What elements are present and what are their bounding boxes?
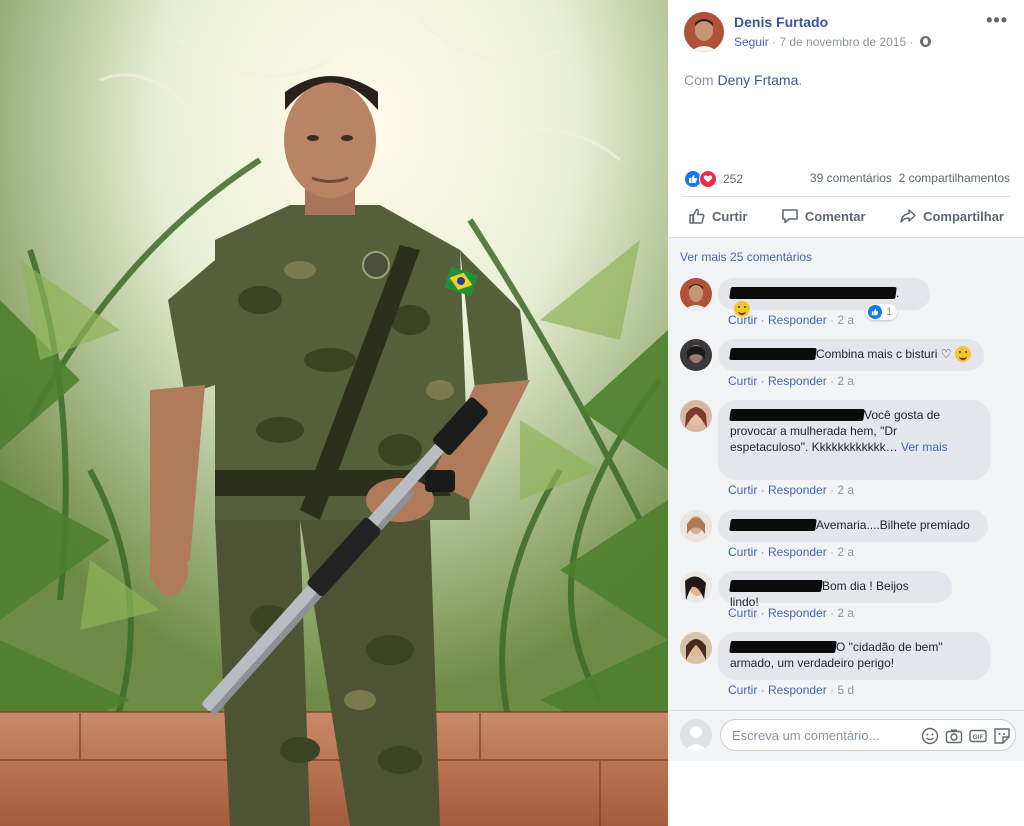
- redacted-name: [729, 641, 837, 653]
- post-panel: Denis Furtado Seguir · 7 de novembro de …: [668, 0, 1024, 826]
- comments-count-link[interactable]: 39 comentários: [810, 171, 892, 185]
- comment-actions: Curtir · Responder · 2 a: [728, 545, 855, 559]
- comment-age[interactable]: 2 a: [837, 313, 854, 327]
- comment-composer: GIF: [668, 710, 1024, 761]
- comment-age[interactable]: 2 a: [837, 483, 854, 497]
- comments-section: Ver mais 25 comentários . 1 Curtir · Res…: [668, 237, 1024, 710]
- comment-reply-link[interactable]: Responder: [768, 313, 827, 327]
- comment-see-more-link[interactable]: Ver mais: [901, 440, 948, 454]
- comment-bubble: Bom dia ! Beijos lindo!: [718, 571, 952, 609]
- comment-age[interactable]: 2 a: [837, 374, 854, 388]
- comment-item: O "cidadão de bem" armado, um verdadeiro…: [680, 632, 1010, 702]
- comment-like-link[interactable]: Curtir: [728, 313, 757, 327]
- comment-bubble: Você gosta de provocar a mulherada hem, …: [718, 400, 990, 480]
- comment-bubble: Avemaria....Bilhete premiado: [718, 510, 988, 542]
- comment-input-box[interactable]: GIF: [720, 719, 1016, 751]
- comment-bubble: .: [718, 278, 930, 317]
- comment-actions: Curtir · Responder · 5 d: [728, 683, 855, 697]
- svg-text:GIF: GIF: [973, 734, 984, 741]
- comment-text: Combina mais c bisturi ♡: [816, 347, 952, 361]
- camera-icon[interactable]: [945, 727, 963, 745]
- comment-input[interactable]: [730, 727, 914, 744]
- comment-item: Você gosta de provocar a mulherada hem, …: [680, 400, 1010, 500]
- redacted-name: [729, 409, 865, 421]
- comment-actions: Curtir · Responder · 2 a: [728, 313, 855, 327]
- see-more-comments-link[interactable]: Ver mais 25 comentários: [680, 250, 812, 264]
- commenter-avatar[interactable]: [680, 510, 712, 542]
- author-name[interactable]: Denis Furtado: [734, 14, 828, 30]
- comment-age[interactable]: 2 a: [837, 545, 854, 559]
- emoji-icon[interactable]: [921, 727, 939, 745]
- commenter-avatar[interactable]: [680, 278, 712, 310]
- redacted-name: [729, 348, 817, 360]
- post-stats: 39 comentários 2 compartilhamentos: [810, 171, 1010, 185]
- comment-actions: Curtir · Responder · 2 a: [728, 483, 855, 497]
- share-icon: [900, 209, 916, 223]
- comment-button[interactable]: Comentar: [775, 207, 872, 225]
- tagged-with: Com Deny Frtama.: [684, 72, 803, 88]
- share-button[interactable]: Compartilhar: [893, 207, 1010, 225]
- comment-actions: Curtir · Responder · 2 a: [728, 606, 855, 620]
- post-actions: Curtir Comentar Compartilhar: [682, 198, 1010, 234]
- comment-actions: Curtir · Responder · 2 a: [728, 374, 855, 388]
- comment-bubble: O "cidadão de bem" armado, um verdadeiro…: [718, 632, 990, 680]
- comment-age[interactable]: 2 a: [837, 606, 854, 620]
- comment-like-count[interactable]: 1: [866, 304, 898, 320]
- reaction-count: 252: [723, 172, 744, 186]
- reactions-summary[interactable]: 252: [684, 170, 743, 188]
- comment-age[interactable]: 5 d: [837, 683, 854, 697]
- comment-like-link[interactable]: Curtir: [728, 606, 757, 620]
- globe-icon[interactable]: [919, 36, 931, 47]
- divider: [682, 196, 1010, 197]
- comment-bubble: Combina mais c bisturi ♡: [718, 339, 984, 371]
- post-photo[interactable]: [0, 0, 668, 826]
- comment-reply-link[interactable]: Responder: [768, 483, 827, 497]
- comment-like-link[interactable]: Curtir: [728, 683, 757, 697]
- emoji-icon: [955, 346, 972, 362]
- comment-item: Avemaria....Bilhete premiado Curtir · Re…: [680, 510, 1010, 562]
- gif-icon[interactable]: GIF: [969, 727, 987, 745]
- photo-soldier-image: [0, 0, 668, 826]
- comment-like-link[interactable]: Curtir: [728, 374, 757, 388]
- comment-like-link[interactable]: Curtir: [728, 483, 757, 497]
- comment-item: Combina mais c bisturi ♡ Curtir · Respon…: [680, 339, 1010, 391]
- comment-item: Bom dia ! Beijos lindo! Curtir · Respond…: [680, 571, 1010, 623]
- commenter-avatar[interactable]: [680, 400, 712, 432]
- redacted-name: [729, 287, 897, 299]
- current-user-avatar: [680, 719, 712, 751]
- comment-reply-link[interactable]: Responder: [768, 683, 827, 697]
- comment-item: . 1 Curtir · Responder · 2 a: [680, 278, 1010, 330]
- comment-text: Avemaria....Bilhete premiado: [816, 518, 970, 532]
- redacted-name: [729, 519, 817, 531]
- comment-reply-link[interactable]: Responder: [768, 374, 827, 388]
- tagged-person-link[interactable]: Deny Frtama: [717, 72, 798, 88]
- comment-reply-link[interactable]: Responder: [768, 545, 827, 559]
- more-options-icon[interactable]: •••: [986, 10, 1008, 31]
- like-icon: [689, 208, 705, 224]
- post-date[interactable]: 7 de novembro de 2015: [779, 35, 906, 49]
- commenter-avatar[interactable]: [680, 571, 712, 603]
- author-avatar[interactable]: [684, 12, 724, 52]
- commenter-avatar[interactable]: [680, 632, 712, 664]
- love-reaction-icon: [699, 170, 717, 188]
- post-meta: Seguir · 7 de novembro de 2015 ·: [734, 35, 931, 49]
- follow-link[interactable]: Seguir: [734, 35, 769, 49]
- comment-like-link[interactable]: Curtir: [728, 545, 757, 559]
- sticker-icon[interactable]: [993, 727, 1011, 745]
- shares-count-link[interactable]: 2 compartilhamentos: [899, 171, 1010, 185]
- commenter-avatar[interactable]: [680, 339, 712, 371]
- like-reaction-icon: [868, 305, 882, 319]
- like-button[interactable]: Curtir: [682, 207, 753, 225]
- redacted-name: [729, 580, 823, 592]
- comment-reply-link[interactable]: Responder: [768, 606, 827, 620]
- comment-icon: [782, 209, 798, 224]
